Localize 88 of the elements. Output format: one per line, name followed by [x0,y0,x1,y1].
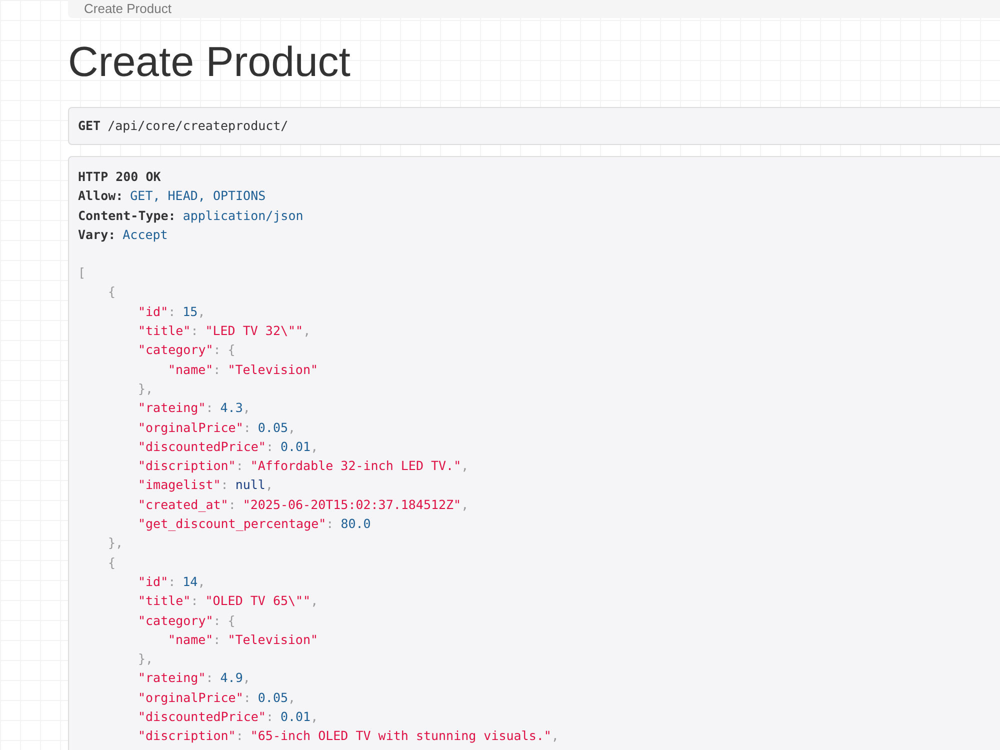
header-value: Accept [122,226,168,242]
json-colon: : [236,728,244,744]
json-comma: , [198,304,206,319]
json-value: "Television" [228,632,318,647]
json-colon: : [213,632,221,647]
json-key: "title" [138,593,191,608]
json-key: "title" [138,323,191,338]
json-value: null [235,477,266,492]
header-name: Vary: [78,226,116,242]
json-colon: : [206,400,214,416]
json-colon: : [243,420,251,435]
json-brace: }, [138,651,154,666]
header-value: application/json [182,208,304,223]
json-colon: : [213,362,221,377]
json-key: "name" [168,362,214,377]
json-brace: { [228,612,236,628]
json-brace: { [108,554,116,570]
json-colon: : [326,516,334,532]
json-comma: , [288,420,296,435]
json-value: "65-inch OLED TV with stunning visuals." [250,728,552,744]
json-brace: { [228,342,236,358]
json-colon: : [168,304,176,319]
json-comma: , [461,496,469,512]
json-comma: , [461,458,469,474]
json-value: 0.05 [258,690,288,705]
json-value: 0.05 [258,420,288,435]
header-name: Allow: [78,188,124,204]
json-comma: , [551,728,559,744]
header-name: Content-Type: [78,208,176,223]
breadcrumb-item[interactable]: Create Product [84,1,172,17]
json-colon: : [266,709,274,724]
json-colon: : [243,690,251,705]
json-colon: : [190,323,198,338]
json-value: "OLED TV 65\"" [205,593,311,608]
json-key: "id" [138,304,168,319]
json-value: 0.01 [280,709,311,724]
json-comma: , [242,400,250,416]
json-colon: : [236,458,244,474]
json-comma: , [310,438,318,454]
json-brace: }, [138,380,154,396]
json-colon: : [228,496,236,512]
json-value: 14 [182,574,198,589]
json-value: 4.9 [220,670,243,686]
json-colon: : [220,477,228,492]
json-key: "category" [138,612,214,628]
json-bracket: [ [78,265,86,280]
json-key: "rateing" [138,670,206,686]
json-key: "id" [138,574,168,589]
json-key: "discountedPrice" [138,438,266,454]
json-comma: , [198,574,206,589]
json-comma: , [288,690,296,705]
json-value: 0.01 [280,438,311,454]
page-title: Create Product [68,39,352,85]
json-colon: : [266,438,274,454]
header-value: GET, HEAD, OPTIONS [130,188,266,204]
json-key: "rateing" [138,400,206,416]
json-key: "discription" [138,458,236,474]
json-key: "discription" [138,728,236,744]
json-key: "created_at" [138,496,228,512]
json-value: "Affordable 32-inch LED TV." [250,458,462,474]
json-colon: : [168,574,176,589]
json-colon: : [206,670,214,686]
json-key: "discountedPrice" [138,709,266,724]
json-comma: , [310,709,318,724]
json-value: "LED TV 32\"" [205,323,304,338]
json-colon: : [213,612,221,628]
json-key: "get_discount_percentage" [138,516,326,532]
json-key: "imagelist" [138,477,221,492]
json-comma: , [265,477,273,492]
json-colon: : [213,342,221,358]
response-status: HTTP 200 OK [78,169,161,184]
json-key: "category" [138,342,214,358]
json-value: "2025-06-20T15:02:37.184512Z" [242,496,462,512]
json-value: 80.0 [340,516,371,532]
json-key: "orginalPrice" [138,690,244,705]
request-url: /api/core/createproduct/ [108,118,288,133]
json-key: "orginalPrice" [138,420,244,435]
json-value: "Television" [228,362,318,377]
json-brace: }, [108,535,124,550]
json-comma: , [310,593,318,608]
json-comma: , [242,670,250,686]
json-comma: , [303,323,311,338]
request-method: GET [78,118,101,133]
json-value: 15 [182,304,198,319]
json-value: 4.3 [220,400,243,416]
json-colon: : [190,593,198,608]
json-brace: { [108,284,116,300]
json-key: "name" [168,632,214,647]
